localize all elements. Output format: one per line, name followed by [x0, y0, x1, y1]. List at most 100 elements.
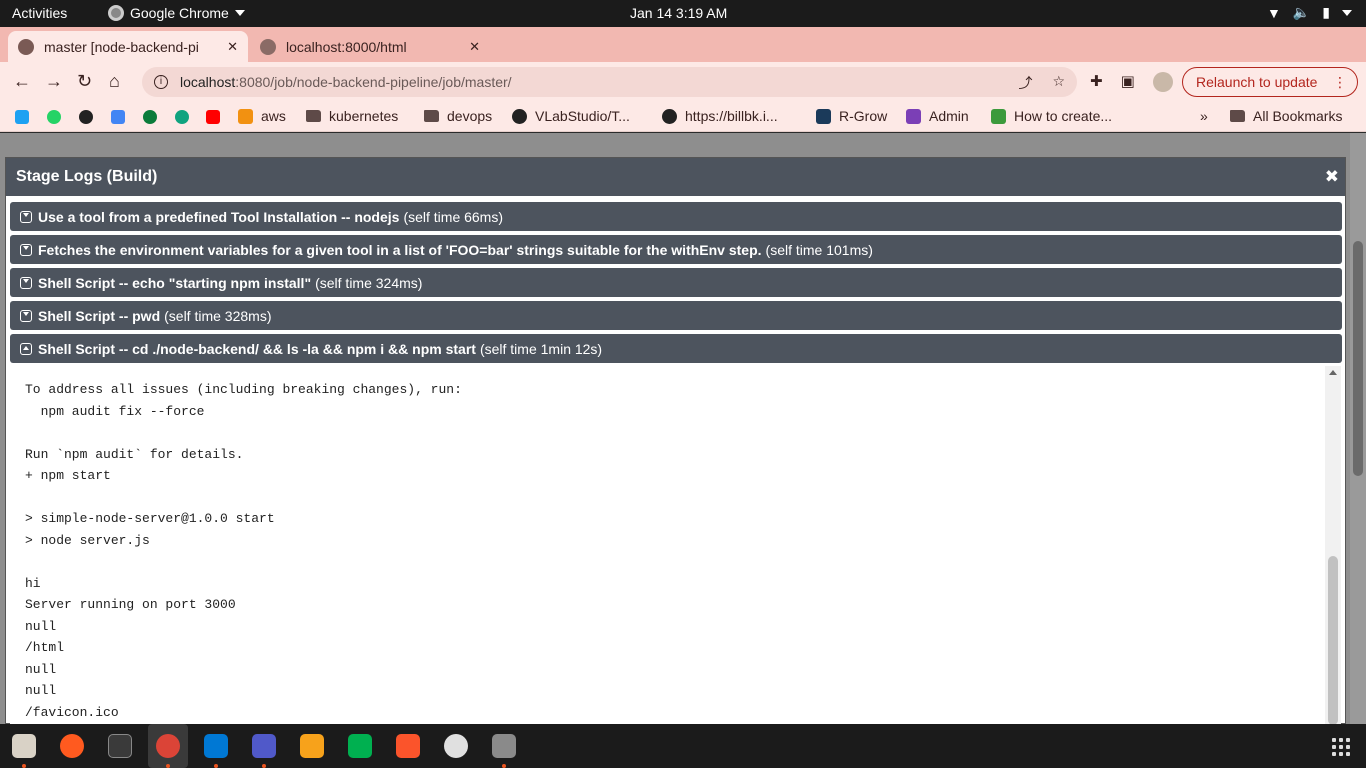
- scrollbar-thumb[interactable]: [1328, 556, 1338, 724]
- wifi-icon: ▼: [1266, 4, 1281, 21]
- url-path: :8080/job/node-backend-pipeline/job/mast…: [235, 74, 512, 90]
- log-step-env-vars[interactable]: Fetches the environment variables for a …: [10, 235, 1342, 264]
- overflow-label: »: [1200, 108, 1208, 124]
- running-indicator: [262, 764, 266, 768]
- globe-icon: [260, 38, 276, 55]
- mongodb-compass-icon[interactable]: [348, 734, 372, 758]
- tab-localhost[interactable]: localhost:8000/html ✕: [250, 31, 490, 62]
- brave-icon[interactable]: [396, 734, 420, 758]
- step-time: (self time 328ms): [164, 307, 272, 324]
- system-top-bar: Activities Google Chrome Jan 14 3:19 AM …: [0, 0, 1366, 27]
- bookmark-how-to-create[interactable]: How to create...: [991, 108, 1112, 124]
- reload-icon[interactable]: ↻: [77, 71, 92, 92]
- back-icon[interactable]: ←: [13, 71, 31, 92]
- running-indicator: [22, 764, 26, 768]
- step-time: (self time 101ms): [765, 241, 873, 258]
- modal-title: Stage Logs (Build): [16, 168, 158, 185]
- step-time: (self time 66ms): [403, 208, 504, 225]
- log-step-tool-install[interactable]: Use a tool from a predefined Tool Instal…: [10, 202, 1342, 231]
- log-step-echo[interactable]: Shell Script -- echo "starting npm insta…: [10, 268, 1342, 297]
- bookmark-label: devops: [447, 108, 493, 124]
- mongodb-icon[interactable]: [143, 110, 157, 124]
- dock: [0, 724, 1366, 768]
- log-step-pwd[interactable]: Shell Script -- pwd (self time 328ms): [10, 301, 1342, 330]
- sublime-icon[interactable]: [300, 734, 324, 758]
- forward-icon[interactable]: →: [45, 71, 63, 92]
- chrome-icon: [108, 5, 124, 21]
- bookmarks-bar: aws kubernetes devops VLabStudio/T... ht…: [0, 102, 1366, 132]
- home-icon[interactable]: ⌂: [109, 71, 120, 92]
- github-icon: [512, 108, 527, 124]
- battery-icon: ▮: [1322, 4, 1330, 20]
- bookmark-label: kubernetes: [329, 108, 399, 124]
- vscode-icon[interactable]: [204, 734, 228, 758]
- step-name: Shell Script -- pwd: [38, 307, 161, 324]
- whatsapp-icon[interactable]: [47, 110, 61, 124]
- all-bookmarks-button[interactable]: All Bookmarks: [1230, 108, 1342, 124]
- step-time: (self time 1min 12s): [479, 340, 603, 357]
- bookmark-kubernetes[interactable]: kubernetes: [306, 108, 398, 124]
- running-indicator: [166, 764, 170, 768]
- address-bar[interactable]: i localhost:8080/job/node-backend-pipeli…: [142, 67, 1077, 97]
- chevron-down-icon: [234, 10, 245, 16]
- bookmarks-overflow-button[interactable]: »: [1200, 108, 1208, 124]
- jenkins-favicon-icon: [18, 38, 34, 55]
- bookmark-aws[interactable]: aws: [238, 108, 286, 124]
- postman-icon[interactable]: [60, 734, 84, 758]
- chatgpt-icon[interactable]: [175, 110, 189, 124]
- bookmark-vlabstudio[interactable]: VLabStudio/T...: [512, 108, 630, 124]
- bookmark-admin[interactable]: Admin: [906, 108, 969, 124]
- close-icon[interactable]: ✖: [1325, 167, 1339, 187]
- github-icon[interactable]: [79, 110, 93, 124]
- calendar-icon[interactable]: [111, 110, 125, 124]
- scroll-up-arrow-icon[interactable]: [1329, 370, 1337, 375]
- bookmark-star-icon[interactable]: ☆: [1052, 73, 1065, 93]
- close-icon[interactable]: ✕: [227, 39, 238, 55]
- nodejs-icon: [991, 108, 1006, 124]
- bookmark-rgrow[interactable]: R-Grow: [816, 108, 887, 124]
- terminal-icon[interactable]: [108, 734, 132, 758]
- step-name: Use a tool from a predefined Tool Instal…: [38, 208, 400, 225]
- log-step-npm-start[interactable]: Shell Script -- cd ./node-backend/ && ls…: [10, 334, 1342, 363]
- bookmark-label: R-Grow: [839, 108, 888, 124]
- expand-toggle-icon: [20, 243, 32, 256]
- folder-icon: [424, 110, 439, 122]
- show-applications-icon[interactable]: [1332, 738, 1350, 756]
- tab-jenkins[interactable]: master [node-backend-pi ✕: [8, 31, 248, 62]
- app-menu[interactable]: Google Chrome: [108, 5, 245, 21]
- page-scrollbar[interactable]: [1350, 133, 1366, 724]
- extensions-icon[interactable]: ✚: [1090, 72, 1103, 92]
- react-icon: [816, 108, 831, 124]
- system-tray[interactable]: ▼ 🔈 ▮: [1267, 4, 1352, 21]
- profile-avatar[interactable]: [1152, 72, 1173, 92]
- log-scrollbar[interactable]: [1325, 366, 1341, 724]
- youtube-icon[interactable]: [206, 110, 220, 124]
- bookmark-label: VLabStudio/T...: [535, 108, 630, 124]
- relaunch-to-update-button[interactable]: Relaunch to update ⋮: [1182, 67, 1358, 97]
- bookmark-devops[interactable]: devops: [424, 108, 492, 124]
- running-indicator: [214, 764, 218, 768]
- activities-button[interactable]: Activities: [12, 5, 67, 21]
- step-name: Fetches the environment variables for a …: [38, 241, 762, 258]
- skype-icon[interactable]: [15, 110, 29, 124]
- files-icon[interactable]: [12, 734, 36, 758]
- console-log-output[interactable]: To address all issues (including breakin…: [10, 366, 1328, 724]
- side-panel-icon[interactable]: ▣: [1121, 72, 1135, 92]
- bookmark-label: https://billbk.i...: [685, 108, 778, 124]
- bookmark-billbk[interactable]: https://billbk.i...: [662, 108, 778, 124]
- clock[interactable]: Jan 14 3:19 AM: [630, 5, 727, 21]
- share-icon[interactable]: ⤴: [1018, 73, 1032, 93]
- stage-logs-modal: Stage Logs (Build) ✖ Use a tool from a p…: [5, 157, 1346, 724]
- close-icon[interactable]: ✕: [469, 39, 480, 55]
- aws-icon: [238, 108, 253, 124]
- folder-icon: [1230, 110, 1245, 122]
- chrome-icon[interactable]: [156, 734, 180, 758]
- teams-icon[interactable]: [252, 734, 276, 758]
- disk-icon[interactable]: [492, 734, 516, 758]
- slack-icon[interactable]: [444, 734, 468, 758]
- bookmark-label: How to create...: [1014, 108, 1113, 124]
- scrollbar-thumb[interactable]: [1353, 241, 1363, 476]
- site-info-icon[interactable]: i: [154, 75, 168, 89]
- app-name: Google Chrome: [130, 5, 229, 21]
- running-indicator: [502, 764, 506, 768]
